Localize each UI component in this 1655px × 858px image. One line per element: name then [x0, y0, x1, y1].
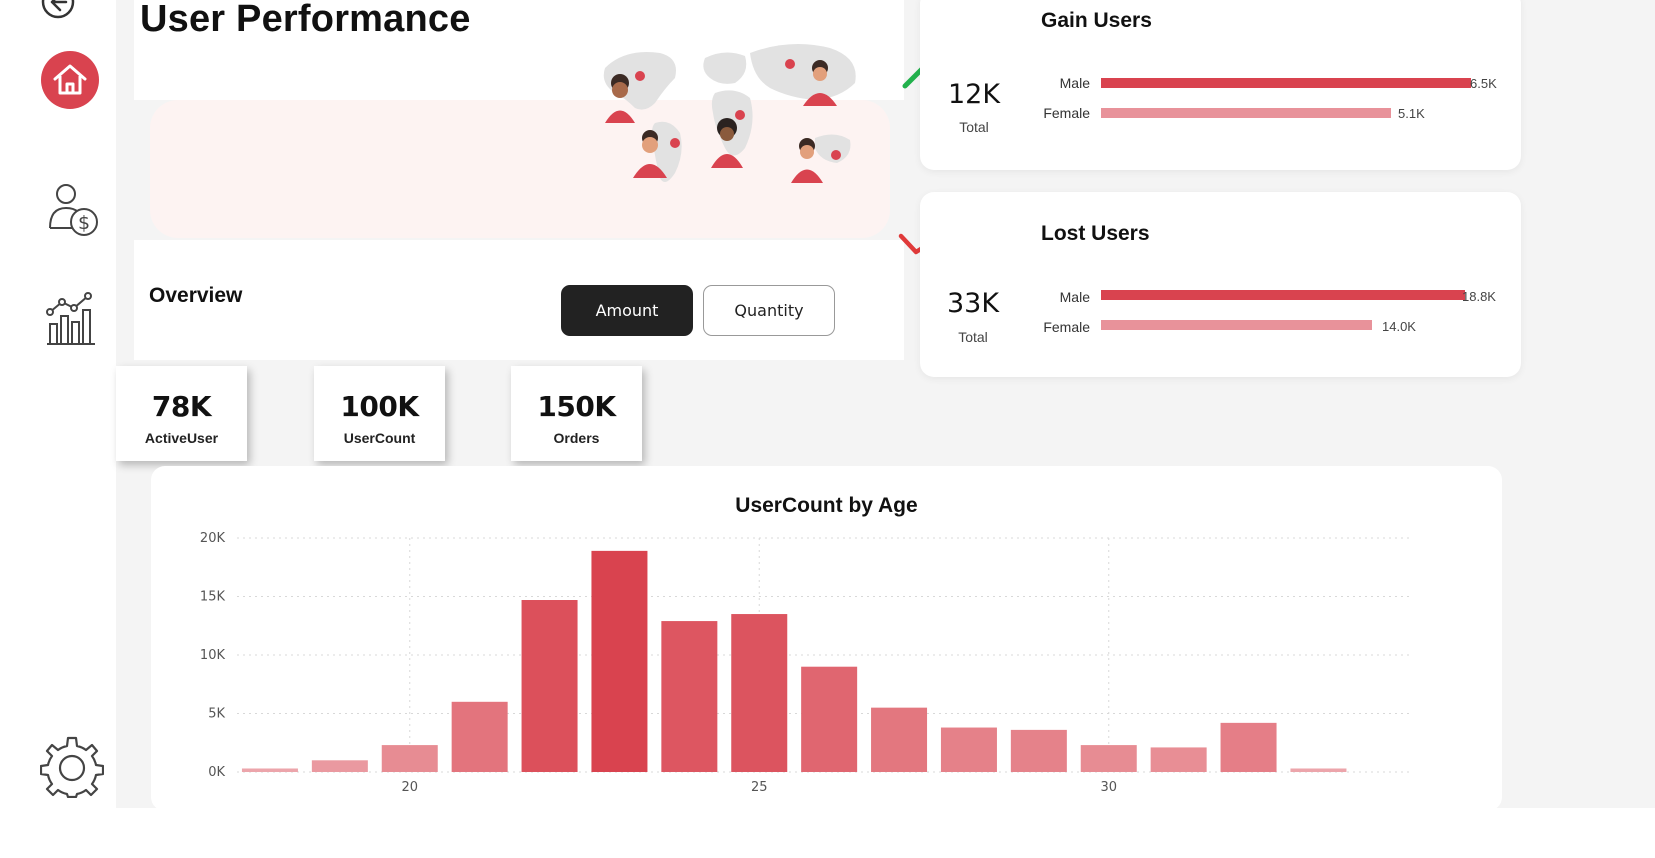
gain-male-label: Male [1059, 75, 1090, 91]
user-dollar-icon[interactable]: $ [46, 182, 102, 240]
chart-bar [1080, 745, 1137, 772]
x-tick-label: 30 [1100, 780, 1117, 795]
x-tick-label: 25 [751, 780, 768, 795]
lost-male-bar [1101, 290, 1465, 300]
world-map-illustration [603, 44, 856, 183]
analytics-chart-icon[interactable] [44, 292, 98, 348]
kpi-value: 100K [340, 390, 419, 423]
gain-female-bar [1101, 108, 1391, 118]
lost-female-bar [1101, 320, 1372, 330]
home-icon [53, 64, 87, 95]
chart-bar [661, 621, 718, 772]
lost-users-title: Lost Users [1041, 222, 1150, 245]
chart-bar [311, 760, 368, 772]
gain-users-title: Gain Users [1041, 9, 1152, 32]
chart-bar [1010, 729, 1067, 772]
quantity-button[interactable]: Quantity [703, 285, 835, 336]
lost-users-total: 33K [946, 288, 1000, 319]
svg-text:$: $ [78, 212, 90, 234]
usercount-by-age-chart: UserCount by Age 0K 5K 10K 15K 20K 20 25 30 [151, 466, 1502, 811]
chart-bar [940, 727, 997, 772]
x-tick-label: 20 [401, 780, 418, 795]
kpi-card-user-count: 100K UserCount [314, 366, 445, 461]
kpi-label: ActiveUser [144, 430, 219, 446]
y-tick-label: 15K [200, 590, 226, 605]
chart-bar [451, 701, 508, 772]
kpi-card-active-user: 78K ActiveUser [116, 366, 247, 461]
kpi-value: 150K [537, 390, 616, 423]
lost-users-total-label: Total [958, 329, 988, 345]
chart-bar [731, 614, 788, 772]
lost-male-label: Male [1059, 289, 1090, 305]
amount-button[interactable]: Amount [561, 285, 693, 336]
gain-users-card: Gain Users 12K Total Male 6.5K Female 5.… [920, 0, 1521, 170]
chart-bar [381, 745, 438, 772]
chart-bar [241, 768, 298, 772]
chart-bar [871, 707, 928, 772]
gain-male-bar [1101, 78, 1471, 88]
chart-bar [1220, 722, 1277, 772]
back-icon[interactable] [40, 0, 76, 20]
gain-male-value: 6.5K [1470, 76, 1497, 91]
chart-bar [801, 666, 858, 772]
bottom-strip [0, 808, 1655, 858]
home-button[interactable] [41, 51, 99, 109]
chart-bar [1150, 747, 1207, 772]
page-title: User Performance [140, 0, 471, 40]
chart-bar [521, 600, 578, 772]
y-tick-label: 5K [208, 707, 225, 722]
chart-bar [591, 550, 648, 772]
gain-users-total-label: Total [959, 119, 989, 135]
kpi-label: Orders [553, 430, 600, 446]
chart-bar [1290, 768, 1347, 772]
gain-female-value: 5.1K [1398, 106, 1425, 121]
overview-label: Overview [149, 284, 243, 307]
lost-users-card: Lost Users 33K Total Male 18.8K Female 1… [920, 192, 1521, 377]
kpi-label: UserCount [343, 430, 416, 446]
y-tick-label: 20K [200, 531, 226, 546]
gain-female-label: Female [1043, 105, 1090, 121]
lost-male-value: 18.8K [1462, 289, 1496, 304]
sidebar: $ [0, 0, 116, 808]
kpi-card-orders: 150K Orders [511, 366, 642, 461]
settings-gear-icon[interactable] [40, 734, 104, 798]
lost-female-label: Female [1043, 319, 1090, 335]
y-tick-label: 10K [200, 648, 226, 663]
gain-users-total: 12K [947, 79, 1001, 110]
y-tick-label: 0K [208, 765, 225, 780]
lost-female-value: 14.0K [1382, 319, 1416, 334]
kpi-value: 78K [151, 390, 212, 423]
chart-plot: 0K 5K 10K 15K 20K 20 25 30 [200, 531, 1413, 795]
